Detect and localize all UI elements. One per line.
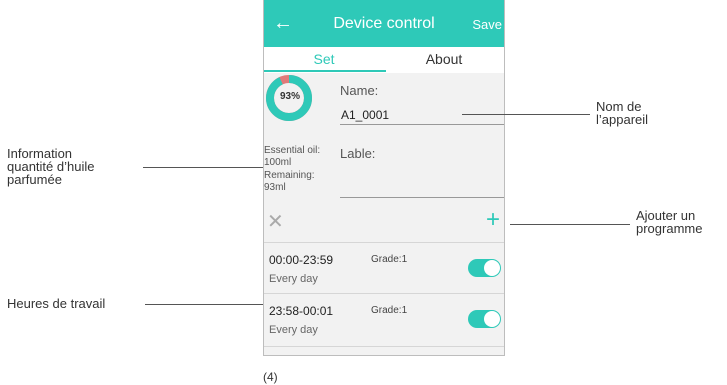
tab-bar: Set About xyxy=(264,47,504,73)
plus-icon[interactable]: + xyxy=(486,208,500,232)
annotation-hours: Heures de travail xyxy=(7,296,106,311)
leader-line-add-program xyxy=(510,224,630,225)
annotation-line: programme xyxy=(636,221,703,236)
annotation-add-program: Ajouter un programme xyxy=(636,209,727,235)
schedule-toggle[interactable] xyxy=(468,310,501,328)
name-input-underline xyxy=(340,124,504,125)
leader-line-device-name xyxy=(462,114,590,115)
annotation-line: parfumée xyxy=(7,172,62,187)
schedule-row[interactable]: 00:00-23:59 Every day Grade:1 xyxy=(264,242,504,295)
schedule-grade: Grade:1 xyxy=(371,305,408,316)
annotation-oil-info: Information quantité d’huile parfumée xyxy=(7,147,127,186)
phone-screen: ← Device control Save Set About 93% Name… xyxy=(263,0,505,356)
app-bar: ← Device control Save xyxy=(264,0,504,47)
oil-percent: 93% xyxy=(279,91,300,102)
remaining-label: Remaining: xyxy=(264,170,315,181)
toggle-knob xyxy=(484,260,500,276)
close-icon[interactable]: ✕ xyxy=(267,211,284,233)
name-label: Name: xyxy=(340,83,379,98)
remaining-value: 93ml xyxy=(264,182,286,193)
toggle-knob xyxy=(484,311,500,327)
schedule-time: 23:58-00:01 xyxy=(269,304,334,318)
save-button[interactable]: Save xyxy=(472,17,502,32)
schedule-grade: Grade:1 xyxy=(371,254,408,265)
annotation-device-name: Nom de l’appareil xyxy=(596,100,676,126)
leader-line-oil-info xyxy=(143,167,263,168)
schedule-day: Every day xyxy=(269,324,318,336)
tab-about[interactable]: About xyxy=(384,51,504,67)
schedule-toggle[interactable] xyxy=(468,259,501,277)
schedule-time: 00:00-23:59 xyxy=(269,253,334,267)
schedule-day: Every day xyxy=(269,273,318,285)
annotation-line: l’appareil xyxy=(596,112,649,127)
name-input[interactable]: A1_0001 xyxy=(341,108,389,122)
leader-line-hours xyxy=(145,304,263,305)
tab-set[interactable]: Set xyxy=(264,51,384,67)
schedule-row[interactable]: 23:58-00:01 Every day Grade:1 xyxy=(264,293,504,347)
essential-oil-label: Essential oil: xyxy=(264,145,321,156)
figure-caption: (4) xyxy=(263,370,278,384)
page-title: Device control xyxy=(333,15,435,32)
lable-label: Lable: xyxy=(340,146,376,161)
lable-input[interactable] xyxy=(340,197,504,198)
active-tab-indicator xyxy=(264,70,386,72)
essential-oil-value: 100ml xyxy=(264,157,292,168)
